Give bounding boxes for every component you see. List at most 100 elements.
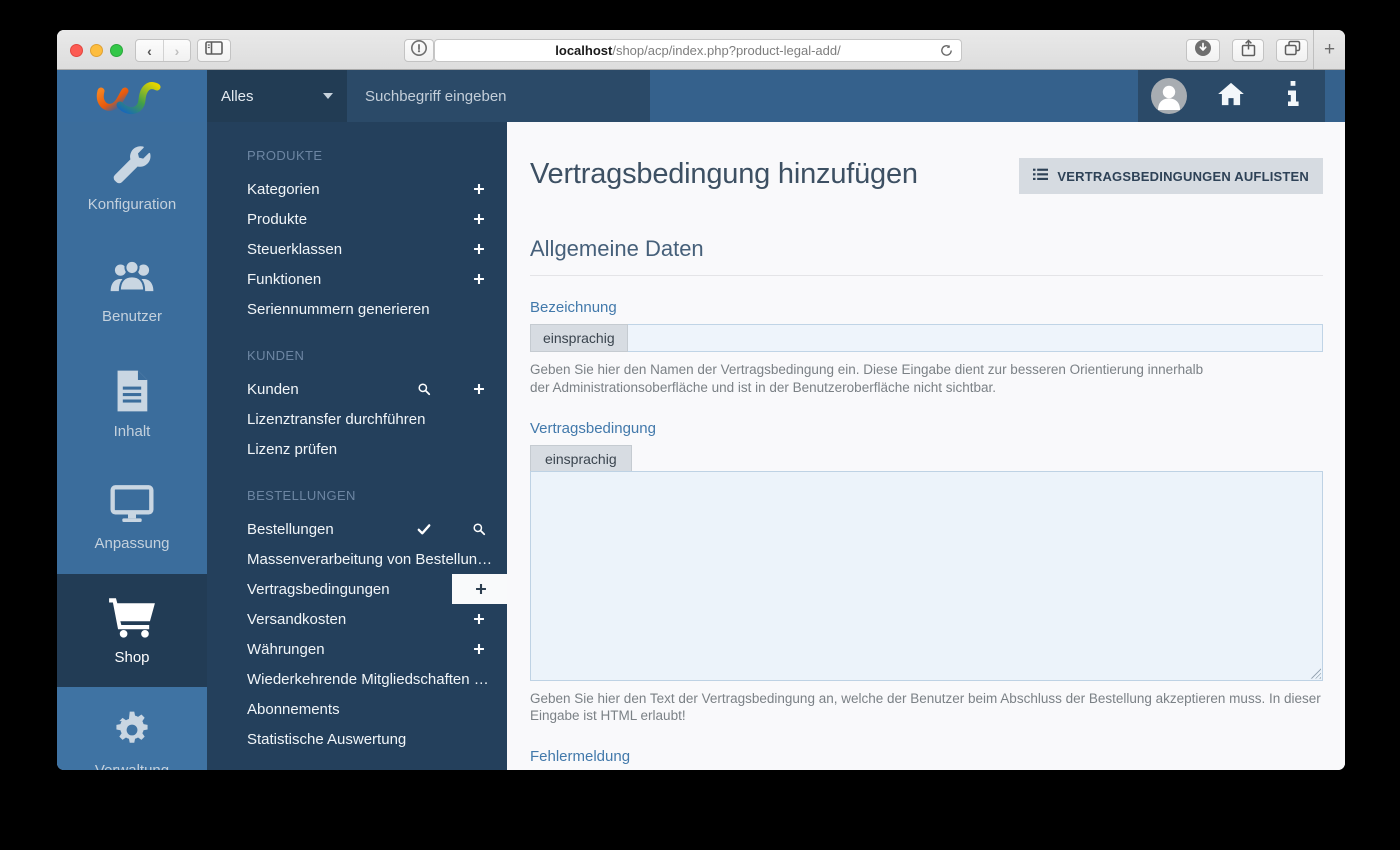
menu-section-produkte: PRODUKTE Kategorien Produkte Steuerklass… (207, 146, 507, 324)
sidebar-toggle-button[interactable] (197, 39, 231, 62)
menu-item-steuerklassen[interactable]: Steuerklassen (207, 234, 507, 264)
menu-item-kategorien[interactable]: Kategorien (207, 174, 507, 204)
sidebar-toggle-icon (205, 41, 223, 60)
menu-item-label: Währungen (247, 640, 325, 658)
nav-end-spacer (1325, 70, 1345, 122)
menu-section-kunden: KUNDEN Kunden Lizenztransfer durchführen… (207, 346, 507, 464)
menu-item-label: Abonnements (247, 700, 340, 718)
menu-item-seriennummern-generieren[interactable]: Seriennummern generieren (207, 294, 507, 324)
desktop-icon (110, 484, 154, 522)
bezeichnung-input[interactable] (627, 324, 1323, 352)
menu-item-vertragsbedingungen[interactable]: Vertragsbedingungen (207, 574, 507, 604)
vertragsbedingung-label: Vertragsbedingung (530, 419, 656, 437)
menu-item-label: Funktionen (247, 270, 322, 288)
menu-item-abonnements[interactable]: Abonnements (207, 694, 507, 724)
list-button-label: VERTRAGSBEDINGUNGEN AUFLISTEN (1057, 168, 1309, 184)
new-tab-button[interactable]: + (1313, 30, 1345, 69)
minimize-window-button[interactable] (90, 44, 103, 57)
zoom-window-button[interactable] (110, 44, 123, 57)
chevron-down-icon (323, 93, 333, 99)
sidebar-item-label: Shop (114, 648, 150, 666)
browser-window: ‹ › localhost/shop/acp/index.php?product… (57, 30, 1345, 770)
acp-search-input[interactable] (347, 87, 650, 105)
list-vertragsbedingungen-button[interactable]: VERTRAGSBEDINGUNGEN AUFLISTEN (1019, 158, 1323, 194)
menu-item-produkte[interactable]: Produkte (207, 204, 507, 234)
user-menu-button[interactable] (1138, 70, 1200, 122)
sidebar-item-konfiguration[interactable]: Konfiguration (57, 122, 207, 235)
menu-item-label: Seriennummern generieren (247, 300, 430, 318)
plus-icon[interactable] (472, 612, 486, 626)
info-icon (1287, 80, 1299, 113)
vertragsbedingung-textarea-wrap (530, 470, 1323, 681)
menu-item-label: Bestellungen (247, 520, 334, 538)
downloads-button[interactable] (1186, 39, 1220, 62)
browser-titlebar: ‹ › localhost/shop/acp/index.php?product… (57, 30, 1345, 70)
menu-item-label: Massenverarbeitung von Bestellun… (247, 550, 493, 568)
menu-item-label: Statistische Auswertung (247, 730, 407, 748)
nav-icon-group (1138, 70, 1325, 122)
url-path: /shop/acp/index.php?product-legal-add/ (612, 43, 841, 58)
menu-item-massenverarbeitung[interactable]: Massenverarbeitung von Bestellun… (207, 544, 507, 574)
menu-item-statistische-auswertung[interactable]: Statistische Auswertung (207, 724, 507, 754)
password-extension-button[interactable] (404, 39, 434, 62)
menu-item-label: Lizenz prüfen (247, 440, 338, 458)
page-title: Vertragsbedingung hinzufügen (530, 158, 918, 190)
search-scope-dropdown[interactable]: Alles (207, 70, 347, 122)
info-button[interactable] (1262, 70, 1324, 122)
menu-item-funktionen[interactable]: Funktionen (207, 264, 507, 294)
search-icon[interactable] (472, 522, 486, 536)
search-icon[interactable] (417, 382, 431, 396)
content-header: Vertragsbedingung hinzufügen VERTRAGSBED… (530, 158, 1323, 194)
sidebar-item-shop[interactable]: Shop (57, 574, 207, 687)
download-icon (1194, 39, 1212, 62)
plus-icon[interactable] (472, 242, 486, 256)
acp-top-nav: Alles (57, 70, 1345, 122)
menu-section-title: PRODUKTE (247, 148, 323, 163)
tab-overview-button[interactable] (1276, 39, 1308, 62)
menu-item-lizenztransfer-durchfuehren[interactable]: Lizenztransfer durchführen (207, 404, 507, 434)
menu-item-lizenz-pruefen[interactable]: Lizenz prüfen (207, 434, 507, 464)
vertragsbedingung-language-tab[interactable]: einsprachig (530, 444, 632, 472)
address-bar[interactable]: localhost/shop/acp/index.php?product-leg… (434, 39, 962, 62)
acp-search (347, 70, 650, 122)
reload-icon[interactable] (939, 43, 954, 61)
gear-icon (116, 711, 148, 743)
bezeichnung-label: Bezeichnung (530, 299, 617, 316)
sidebar-item-label: Anpassung (94, 534, 170, 552)
home-icon (1217, 81, 1245, 112)
home-button[interactable] (1200, 70, 1262, 122)
sidebar-item-verwaltung[interactable]: Verwaltung (57, 687, 207, 770)
sidebar-item-label: Konfiguration (87, 195, 177, 213)
sidebar-item-benutzer[interactable]: Benutzer (57, 235, 207, 348)
share-button[interactable] (1232, 39, 1264, 62)
menu-item-bestellungen[interactable]: Bestellungen (207, 514, 507, 544)
section-title: Allgemeine Daten (530, 236, 1323, 276)
check-icon[interactable] (417, 522, 431, 536)
plus-icon[interactable] (472, 212, 486, 226)
bezeichnung-input-group: einsprachig (530, 324, 1323, 352)
plus-icon-active[interactable] (452, 574, 507, 604)
menu-item-wiederkehrende-mitgliedschaften[interactable]: Wiederkehrende Mitgliedschaften … (207, 664, 507, 694)
plus-icon[interactable] (472, 182, 486, 196)
nav-spacer (650, 70, 1138, 122)
plus-icon[interactable] (472, 382, 486, 396)
forward-button[interactable]: › (163, 40, 190, 61)
menu-item-waehrungen[interactable]: Währungen (207, 634, 507, 664)
vertragsbedingung-textarea[interactable] (530, 470, 1323, 681)
menu-section-title: BESTELLUNGEN (247, 488, 356, 503)
close-window-button[interactable] (70, 44, 83, 57)
menu-item-versandkosten[interactable]: Versandkosten (207, 604, 507, 634)
menu-item-label: Lizenztransfer durchführen (247, 410, 426, 428)
plus-icon[interactable] (472, 642, 486, 656)
plus-icon[interactable] (472, 272, 486, 286)
history-nav-group: ‹ › (135, 39, 191, 62)
menu-item-label: Wiederkehrende Mitgliedschaften … (247, 670, 489, 688)
sidebar-item-inhalt[interactable]: Inhalt (57, 348, 207, 461)
sidebar-item-anpassung[interactable]: Anpassung (57, 461, 207, 574)
menu-section-title: KUNDEN (247, 348, 305, 363)
menu-item-kunden[interactable]: Kunden (207, 374, 507, 404)
woltlab-logo[interactable] (57, 70, 207, 122)
back-button[interactable]: ‹ (136, 40, 163, 61)
menu-item-label: Kategorien (247, 180, 320, 198)
bezeichnung-language-tab[interactable]: einsprachig (530, 324, 628, 352)
